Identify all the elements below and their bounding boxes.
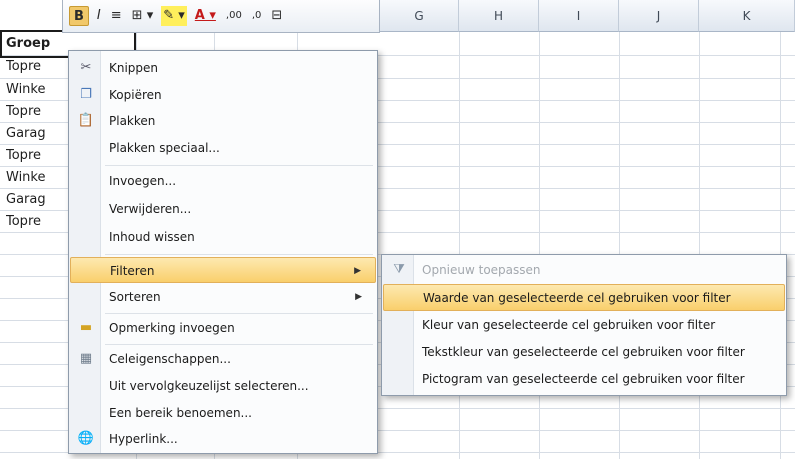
cell[interactable]: Winke (6, 79, 45, 101)
comment-icon: ▬ (79, 320, 93, 335)
fill-color-button[interactable]: ✎ ▾ (161, 6, 187, 26)
menu-separator (105, 165, 373, 166)
menu-item-vervolgkeuzelijst[interactable]: Uit vervolgkeuzelijst selecteren... (70, 373, 376, 399)
column-header-J[interactable]: J (619, 0, 699, 32)
menu-separator (105, 344, 373, 345)
submenu-arrow-icon: ▶ (355, 292, 362, 302)
menu-item-celeigenschappen[interactable]: ▦ Celeigenschappen... (70, 346, 376, 372)
reapply-filter-icon: ⧩ (393, 262, 405, 277)
menu-item-label: Plakken speciaal... (109, 141, 220, 155)
submenu-item-filter-by-font-color[interactable]: Tekstkleur van geselecteerde cel gebruik… (383, 339, 785, 366)
menu-item-verwijderen[interactable]: Verwijderen... (70, 196, 376, 222)
menu-item-plakken[interactable]: 📋 Plakken (70, 108, 376, 134)
hyperlink-icon: 🌐 (77, 431, 95, 446)
cell[interactable]: Garag (6, 123, 46, 145)
menu-item-label: Sorteren (109, 290, 161, 304)
menu-item-label: Verwijderen... (109, 202, 192, 216)
cell[interactable]: Garag (6, 189, 46, 211)
menu-item-filteren[interactable]: Filteren ▶ (70, 257, 376, 283)
menu-item-label: Kopiëren (109, 88, 162, 102)
submenu-item-filter-by-value[interactable]: Waarde van geselecteerde cel gebruiken v… (383, 284, 785, 311)
submenu-item-label: Pictogram van geselecteerde cel gebruike… (422, 372, 745, 386)
cell[interactable]: Topre (6, 145, 41, 167)
menu-separator (105, 254, 373, 255)
menu-item-label: Filteren (110, 264, 155, 278)
submenu-item-label: Kleur van geselecteerde cel gebruiken vo… (422, 318, 716, 332)
merge-button[interactable]: ⊟ (269, 6, 284, 26)
borders-button[interactable]: ⊞ ▾ (130, 6, 156, 26)
menu-separator (105, 313, 373, 314)
italic-button[interactable]: I (95, 6, 103, 26)
mini-toolbar: B I ≡ ⊞ ▾ ✎ ▾ A ▾ ,00 ,0 ⊟ (62, 0, 380, 33)
submenu-item-label: Waarde van geselecteerde cel gebruiken v… (423, 291, 731, 305)
submenu-item-label: Tekstkleur van geselecteerde cel gebruik… (422, 345, 745, 359)
format-cells-icon: ▦ (79, 351, 93, 366)
column-header-H[interactable]: H (459, 0, 539, 32)
menu-item-label: Opmerking invoegen (109, 321, 235, 335)
paste-icon: 📋 (77, 113, 95, 128)
menu-item-label: Uit vervolgkeuzelijst selecteren... (109, 379, 309, 393)
column-header-I[interactable]: I (539, 0, 619, 32)
filter-submenu: ⧩ Opnieuw toepassen Waarde van geselecte… (381, 254, 787, 396)
menu-item-plakken-speciaal[interactable]: Plakken speciaal... (70, 135, 376, 161)
submenu-item-filter-by-color[interactable]: Kleur van geselecteerde cel gebruiken vo… (383, 312, 785, 339)
bold-button[interactable]: B (69, 6, 89, 26)
menu-item-sorteren[interactable]: Sorteren ▶ (70, 284, 376, 310)
menu-item-knippen[interactable]: ✂ Knippen (70, 55, 376, 81)
copy-icon: ❐ (80, 87, 92, 102)
context-menu: ✂ Knippen ❐ Kopiëren 📋 Plakken Plakken s… (68, 50, 378, 454)
menu-item-invoegen[interactable]: Invoegen... (70, 168, 376, 194)
cell[interactable]: Topre (6, 211, 41, 233)
cell[interactable]: Winke (6, 167, 45, 189)
column-header-G[interactable]: G (380, 0, 459, 32)
increase-decimals-button[interactable]: ,00 (224, 6, 244, 26)
decrease-decimals-button[interactable]: ,0 (250, 6, 264, 26)
font-color-button[interactable]: A ▾ (193, 6, 218, 26)
menu-item-hyperlink[interactable]: 🌐 Hyperlink... (70, 426, 376, 452)
submenu-item-opnieuw-toepassen[interactable]: ⧩ Opnieuw toepassen (383, 257, 785, 284)
submenu-arrow-icon: ▶ (354, 266, 361, 276)
menu-item-label: Een bereik benoemen... (109, 406, 252, 420)
submenu-item-label: Opnieuw toepassen (422, 263, 541, 277)
menu-item-label: Inhoud wissen (109, 230, 195, 244)
cell[interactable]: Topre (6, 101, 41, 123)
column-header-K[interactable]: K (699, 0, 795, 32)
scissors-icon: ✂ (80, 60, 92, 75)
menu-item-label: Knippen (109, 61, 159, 75)
align-center-button[interactable]: ≡ (109, 6, 124, 26)
menu-item-label: Plakken (109, 114, 156, 128)
submenu-item-filter-by-icon[interactable]: Pictogram van geselecteerde cel gebruike… (383, 366, 785, 393)
menu-item-inhoud-wissen[interactable]: Inhoud wissen (70, 224, 376, 250)
menu-item-label: Hyperlink... (109, 432, 178, 446)
menu-item-label: Celeigenschappen... (109, 352, 231, 366)
menu-item-kopieren[interactable]: ❐ Kopiëren (70, 82, 376, 108)
menu-item-bereik-benoemen[interactable]: Een bereik benoemen... (70, 400, 376, 426)
menu-item-label: Invoegen... (109, 174, 177, 188)
menu-item-opmerking-invoegen[interactable]: ▬ Opmerking invoegen (70, 315, 376, 341)
cell[interactable]: Topre (6, 56, 41, 78)
